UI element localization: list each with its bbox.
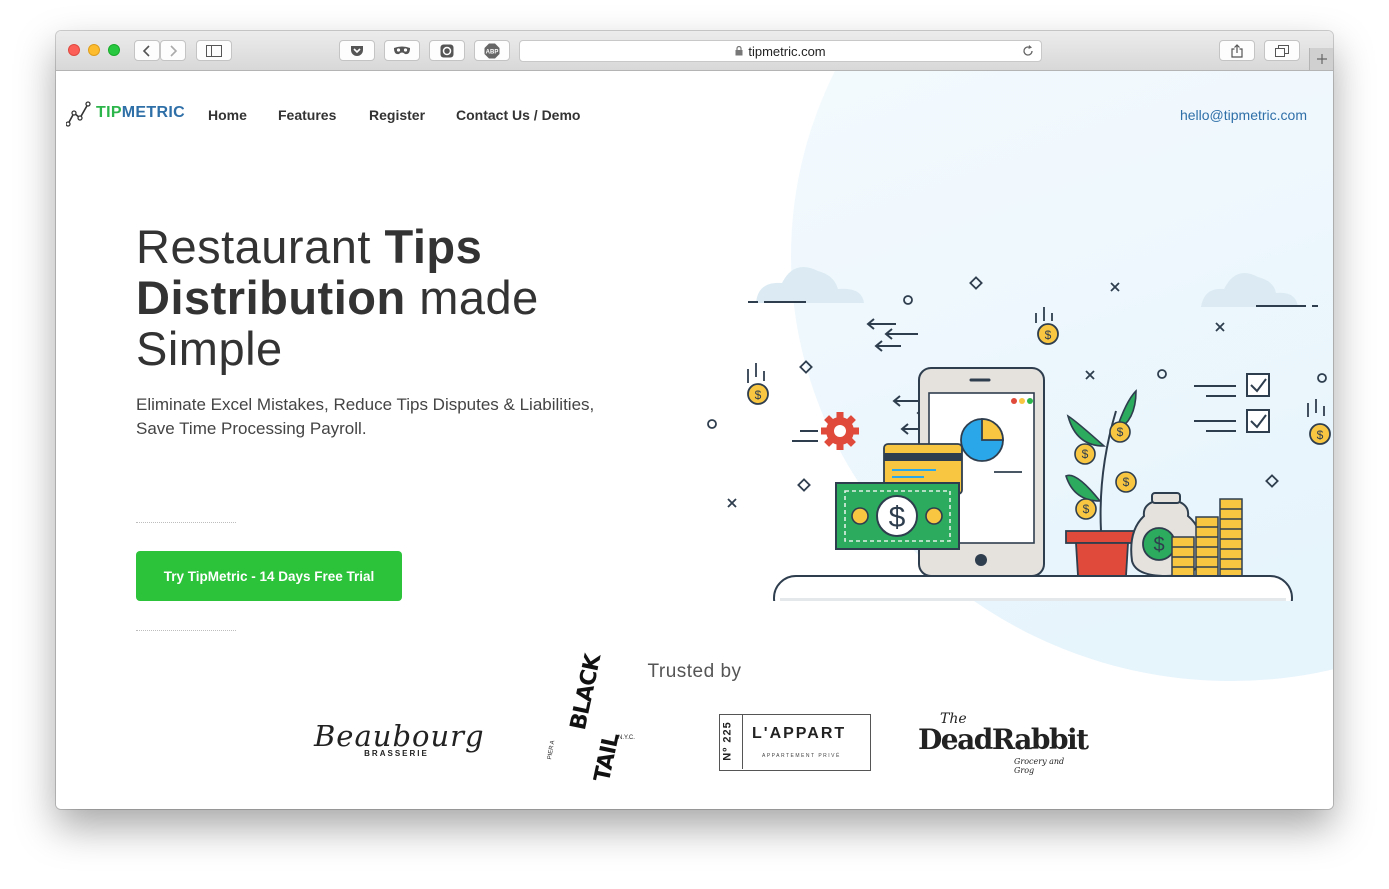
back-button[interactable] xyxy=(134,40,160,61)
free-trial-button[interactable]: Try TipMetric - 14 Days Free Trial xyxy=(136,551,402,601)
lappart-logo: Nº 225 L'APPART APPARTEMENT PRIVÉ xyxy=(719,714,871,771)
lappart-name: L'APPART xyxy=(752,725,847,742)
email-link[interactable]: hello@tipmetric.com xyxy=(1180,107,1307,123)
svg-text:$: $ xyxy=(1153,534,1164,556)
back-icon xyxy=(142,44,150,57)
gear-icon xyxy=(821,412,859,450)
browser-window: ABP tipmetric.com TIPMETRIC Home Feature… xyxy=(56,31,1333,809)
close-window-button[interactable] xyxy=(68,44,80,56)
tabs-icon xyxy=(1275,44,1289,57)
hero-title-part3: Simple xyxy=(136,322,283,375)
nav-contact-demo[interactable]: Contact Us / Demo xyxy=(456,107,580,123)
divider-dots-top xyxy=(136,522,236,523)
svg-text:$: $ xyxy=(1082,447,1089,461)
lappart-number: Nº 225 xyxy=(721,721,734,761)
abp-icon: ABP xyxy=(484,43,500,58)
hero-subtitle: Eliminate Excel Mistakes, Reduce Tips Di… xyxy=(136,395,595,438)
svg-text:$: $ xyxy=(889,501,906,534)
new-tab-button[interactable] xyxy=(1309,48,1333,70)
share-icon xyxy=(1231,43,1243,58)
address-bar[interactable]: tipmetric.com xyxy=(519,40,1042,62)
browser-toolbar: ABP tipmetric.com xyxy=(56,31,1333,71)
svg-text:$: $ xyxy=(1083,502,1090,516)
nav-features[interactable]: Features xyxy=(278,107,336,123)
forward-button[interactable] xyxy=(160,40,186,61)
pocket-button[interactable] xyxy=(339,40,375,61)
svg-text:$: $ xyxy=(1117,425,1124,439)
banknote-icon: $ xyxy=(835,482,960,550)
forward-icon xyxy=(170,44,178,57)
svg-text:$: $ xyxy=(1317,428,1324,442)
hero-title-bold2: Distribution xyxy=(136,271,406,324)
minimize-window-button[interactable] xyxy=(88,44,100,56)
tabs-overview-button[interactable] xyxy=(1264,40,1300,61)
reload-icon[interactable] xyxy=(1022,45,1034,57)
trusted-by-heading: Trusted by xyxy=(647,661,742,682)
mask-extension-button[interactable] xyxy=(384,40,420,61)
divider-dots-bottom xyxy=(136,630,236,631)
lock-icon xyxy=(735,46,743,56)
record-extension-button[interactable] xyxy=(429,40,465,61)
new-tab-icon xyxy=(1317,54,1327,64)
web-page: TIPMETRIC Home Features Register Contact… xyxy=(56,71,1333,809)
maximize-window-button[interactable] xyxy=(108,44,120,56)
logo-text-metric: METRIC xyxy=(121,104,185,121)
black-tail-tag: N.Y.C. xyxy=(618,735,635,741)
share-button[interactable] xyxy=(1219,40,1255,61)
svg-text:$: $ xyxy=(1123,475,1130,489)
dead-rabbit-name: DeadRabbit xyxy=(918,723,1089,756)
dead-rabbit-logo: The DeadRabbit Grocery and Grog xyxy=(918,711,1089,775)
nav-home[interactable]: Home xyxy=(208,107,247,123)
black-tail-side: PIER A xyxy=(547,739,557,761)
hero-title-bold1: Tips xyxy=(384,220,483,273)
beaubourg-name: Beaubourg xyxy=(314,719,485,753)
pocket-icon xyxy=(351,45,363,56)
nav-register[interactable]: Register xyxy=(369,107,425,123)
black-tail-logo: PIER A BLACK TAIL N.Y.C. xyxy=(547,653,642,787)
lappart-sub: APPARTEMENT PRIVÉ xyxy=(762,753,841,759)
abp-label: ABP xyxy=(486,49,499,55)
money-plant-icon: $ $ $ $ xyxy=(1065,389,1137,577)
chart-line-icon xyxy=(66,101,91,127)
url-text: tipmetric.com xyxy=(748,43,826,59)
svg-text:$: $ xyxy=(1045,328,1052,342)
sidebar-icon xyxy=(206,44,222,57)
platform-shelf xyxy=(773,575,1293,601)
hero-title-part1: Restaurant xyxy=(136,220,385,273)
adblock-button[interactable]: ABP xyxy=(474,40,510,61)
hero-illustration: $ $ $ $ $$$$ $ xyxy=(707,267,1331,601)
cloud-icon xyxy=(756,267,1298,307)
checklist-icon xyxy=(1246,373,1270,433)
sidebar-button[interactable] xyxy=(196,40,232,61)
logo-text-tip: TIP xyxy=(96,104,122,121)
tipmetric-logo[interactable]: TIPMETRIC xyxy=(66,99,185,127)
mask-icon xyxy=(394,46,410,54)
hero-title: Restaurant Tips Distribution made Simple xyxy=(136,221,696,374)
beaubourg-logo: Beaubourg BRASSERIE xyxy=(314,719,485,766)
svg-text:$: $ xyxy=(755,388,762,402)
dead-rabbit-sub: Grocery and Grog xyxy=(1014,757,1065,775)
hero-title-part2: made xyxy=(405,271,539,324)
record-icon xyxy=(440,44,454,57)
